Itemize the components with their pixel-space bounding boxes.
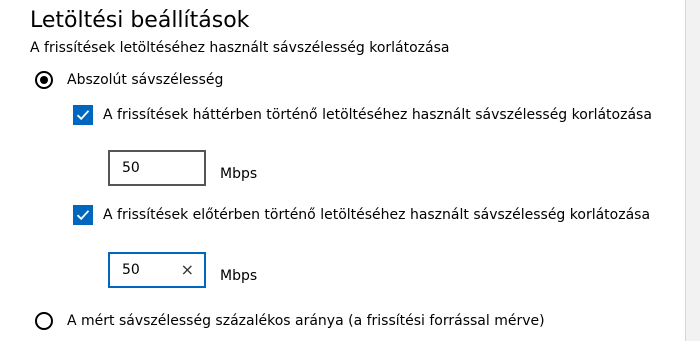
checkbox-background-label: A frissítések háttérben történő letöltés…	[103, 107, 652, 123]
radio-absolute-bandwidth[interactable]: Abszolút sávszélesség	[35, 71, 223, 89]
download-settings-page: Letöltési beállítások A frissítések letö…	[0, 0, 700, 341]
checkbox-foreground-label: A frissítések előtérben történő letöltés…	[103, 207, 651, 223]
foreground-limit-field: 50 × Mbps	[108, 252, 257, 288]
checkmark-icon[interactable]	[73, 105, 93, 125]
radio-percentage-label: A mért sávszélesség százalékos aránya (a…	[67, 313, 545, 329]
background-limit-field: 50 Mbps	[108, 150, 257, 186]
radio-unselected-icon[interactable]	[35, 312, 53, 330]
window-edge	[685, 0, 700, 341]
radio-percentage-bandwidth[interactable]: A mért sávszélesség százalékos aránya (a…	[35, 312, 545, 330]
checkmark-icon[interactable]	[73, 205, 93, 225]
background-limit-input[interactable]: 50	[108, 150, 206, 186]
radio-absolute-label: Abszolút sávszélesség	[67, 72, 224, 88]
close-icon[interactable]: ×	[181, 260, 194, 279]
checkbox-background-limit[interactable]: A frissítések háttérben történő letöltés…	[73, 105, 652, 125]
page-title: Letöltési beállítások	[30, 8, 250, 33]
foreground-limit-value: 50	[122, 262, 140, 278]
background-limit-unit: Mbps	[220, 166, 258, 182]
foreground-limit-input[interactable]: 50 ×	[108, 252, 206, 288]
radio-selected-icon[interactable]	[35, 71, 53, 89]
foreground-limit-unit: Mbps	[220, 268, 258, 284]
section-subtitle: A frissítések letöltéséhez használt sávs…	[30, 40, 450, 56]
background-limit-value: 50	[122, 160, 140, 176]
checkbox-foreground-limit[interactable]: A frissítések előtérben történő letöltés…	[73, 205, 650, 225]
